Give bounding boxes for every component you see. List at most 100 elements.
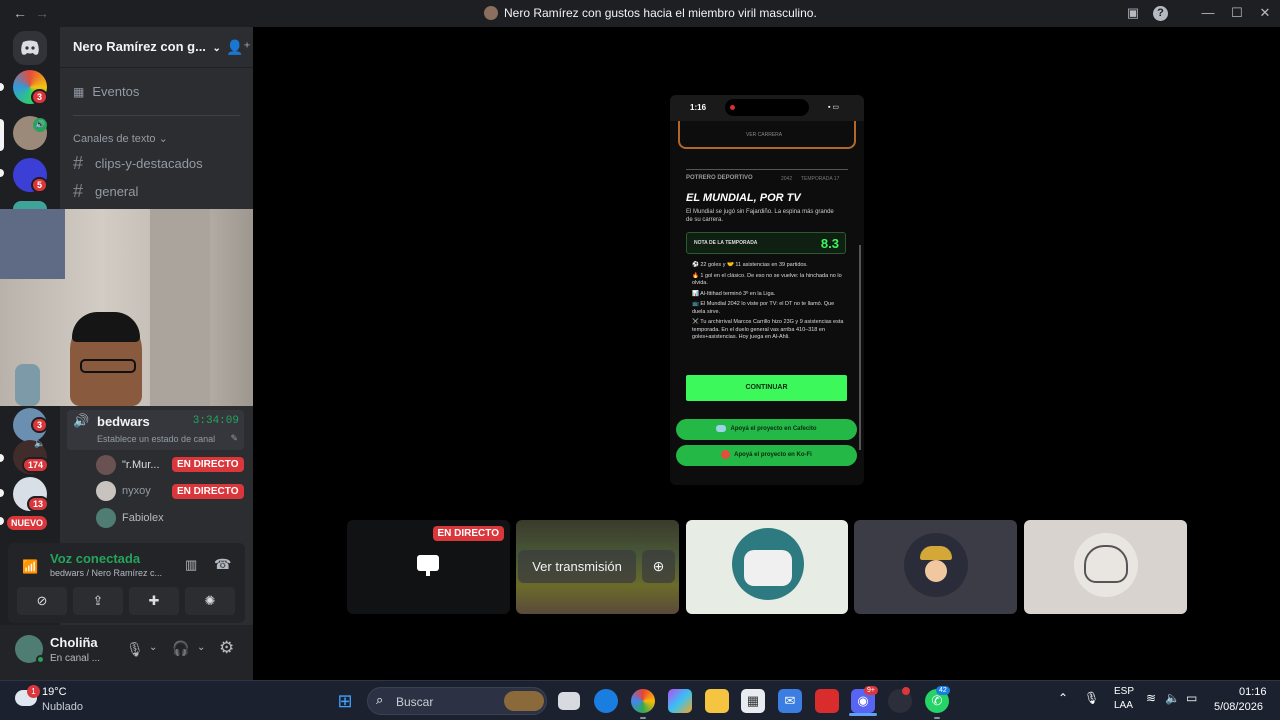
server-name-header[interactable]: Nero Ramírez con g... ⌄ [73, 39, 221, 54]
voice-channel-bedwars[interactable]: 🔊 bedwars 3:34:09 Establece un estado de… [67, 410, 244, 450]
back-arrow-icon[interactable]: ← [13, 5, 27, 21]
chrome-icon[interactable] [631, 689, 655, 713]
minimize-icon[interactable]: — [1199, 4, 1217, 22]
webcam-preview[interactable] [0, 209, 253, 406]
rating-box: NOTA DE LA TEMPORADA 8.3 [686, 232, 846, 254]
voice-status[interactable]: Voz conectada [50, 551, 140, 566]
channel-clips[interactable]: # clips-y-destacados [73, 153, 203, 174]
dynamic-island [725, 99, 809, 116]
edge-icon[interactable] [594, 689, 618, 713]
app-red-icon[interactable] [815, 689, 839, 713]
disconnect-icon[interactable]: ☎ [214, 556, 231, 573]
share-screen-button[interactable]: ⇪ [73, 587, 123, 615]
whatsapp-badge: 42 [936, 686, 950, 695]
avatar [96, 508, 116, 528]
server-badge: 5 [31, 177, 49, 193]
chevron-up-icon[interactable]: ⌃ [1058, 691, 1068, 705]
user-status: En canal ... [50, 653, 101, 664]
windows-taskbar: 1 19°C Nublado ⊞ ⌕ Buscar ▦ ✉ ◉ 9+ ✆ 42 … [0, 680, 1280, 720]
weather-badge: 1 [27, 685, 40, 698]
view-career-link: VER CARRERA [746, 132, 783, 138]
straw-hat-icon [920, 546, 952, 560]
language-code[interactable]: ESP [1114, 686, 1134, 697]
stream-tile-screen[interactable]: EN DIRECTO [347, 520, 510, 614]
pencil-icon[interactable]: ✎ [230, 433, 238, 444]
monitor-stand [426, 571, 430, 576]
wifi-icon[interactable]: ≋ [1146, 691, 1156, 705]
user-name[interactable]: Choliña [50, 635, 98, 650]
channel-status-placeholder[interactable]: Establece un estado de canal [97, 434, 215, 444]
text-channels-category[interactable]: Canales de texto ⌄ [73, 132, 168, 145]
task-view-icon[interactable] [558, 692, 580, 710]
channel-general[interactable]: # general [73, 181, 138, 202]
game-season: TEMPORADA 17 [801, 176, 840, 182]
weather-temp[interactable]: 19°C [42, 686, 67, 698]
taskbar-search[interactable]: ⌕ Buscar [367, 687, 547, 715]
game-year: 2042 [781, 176, 793, 182]
stream-stage[interactable]: 1:16 ▪ ▭ VER CARRERA POTRERO DEPORTIVO 2… [253, 27, 1280, 680]
store-icon[interactable]: ▦ [741, 689, 765, 713]
rating-value: 8.3 [820, 236, 839, 251]
bullet: 📊 Al-Ittihad terminó 3º en la Liga. [692, 290, 776, 297]
channel-name: clips-y-destacados [95, 156, 203, 171]
live-badge: EN DIRECTO [172, 457, 244, 472]
headphones-icon[interactable]: 🎧 [172, 640, 189, 657]
activities-button[interactable]: ✚ [129, 587, 179, 615]
game-subtitle: El Mundial se jugó sin Fajardiño. La esp… [686, 209, 834, 223]
voice-channel-name: bedwars [97, 414, 150, 429]
help-icon[interactable]: ? [1153, 6, 1168, 21]
live-badge: EN DIRECTO [172, 484, 244, 499]
server-name: Nero Ramírez con g... [73, 39, 206, 54]
game-headline: EL MUNDIAL, POR TV [686, 192, 801, 204]
clock-time[interactable]: 01:16 [1239, 686, 1267, 698]
inbox-icon[interactable]: ▣ [1124, 4, 1142, 22]
sketch-drawing [1084, 545, 1128, 583]
voice-location[interactable]: bedwars / Nero Ramírez c... [50, 568, 162, 578]
voice-user-name: Fabiolex [122, 512, 164, 524]
battery-icon: ▪ ▭ [828, 104, 840, 111]
voice-user[interactable]: Fabiolex [96, 508, 246, 528]
maximize-icon[interactable]: ☐ [1228, 4, 1246, 22]
close-icon[interactable]: ✕ [1256, 4, 1274, 22]
watch-stream-button[interactable]: Ver transmisión [518, 550, 636, 583]
season-bullets: ⚽ 22 goles y 🤝 11 asistencias en 39 part… [692, 262, 847, 342]
server-badge: 3 [31, 89, 49, 105]
stream-tile-minecraft[interactable]: Ver transmisión ⊕ [516, 520, 679, 614]
battery-icon[interactable]: ▭ [1186, 691, 1197, 705]
discord-home-button[interactable] [13, 31, 47, 65]
noise-suppression-icon[interactable]: ▥ [185, 557, 197, 573]
participant-tile-cholina[interactable] [686, 520, 848, 614]
copilot-icon[interactable] [668, 689, 692, 713]
events-item[interactable]: ▦ Eventos [73, 84, 139, 99]
popout-watch-icon[interactable]: ⊕ [642, 550, 675, 583]
new-badge: NUEVO [7, 516, 48, 530]
search-highlight-icon [504, 691, 544, 711]
kofi-icon [721, 449, 731, 459]
microphone-icon[interactable]: 🎙 [126, 641, 144, 658]
support-kofi-button: Apoyá el proyecto en Ko-Fi [676, 445, 857, 466]
volume-icon[interactable]: 🔈 [1165, 691, 1180, 705]
soundboard-button[interactable]: ✺ [185, 587, 235, 615]
file-explorer-icon[interactable] [705, 689, 729, 713]
weather-desc: Nublado [42, 701, 83, 713]
voice-speaker-icon: 🔊 [33, 118, 47, 132]
settings-gear-icon[interactable]: ⚙ [219, 638, 234, 658]
mail-icon[interactable]: ✉ [778, 689, 802, 713]
avatar-face [744, 550, 792, 586]
participant-tile-sketch[interactable] [1024, 520, 1187, 614]
chevron-down-icon[interactable]: ⌄ [197, 642, 205, 653]
discord-logo-icon [21, 40, 39, 55]
chevron-down-icon[interactable]: ⌄ [149, 642, 157, 653]
add-member-icon[interactable]: 👤⁺ [226, 39, 251, 56]
participant-tile-luffy[interactable] [854, 520, 1017, 614]
camera-off-button[interactable]: ⊘ [17, 587, 67, 615]
avatar [96, 455, 116, 475]
start-windows-icon[interactable]: ⊞ [333, 689, 357, 713]
window-title-text: Nero Ramírez con gustos hacia el miembro… [504, 6, 817, 20]
server-icon-4[interactable] [13, 201, 47, 209]
forward-arrow-icon[interactable]: → [35, 5, 49, 21]
glasses [80, 359, 136, 373]
voice-user-name: nyxoy [122, 485, 151, 497]
hash-icon: # [73, 153, 84, 173]
microphone-icon[interactable]: 🎙 [1084, 691, 1099, 705]
